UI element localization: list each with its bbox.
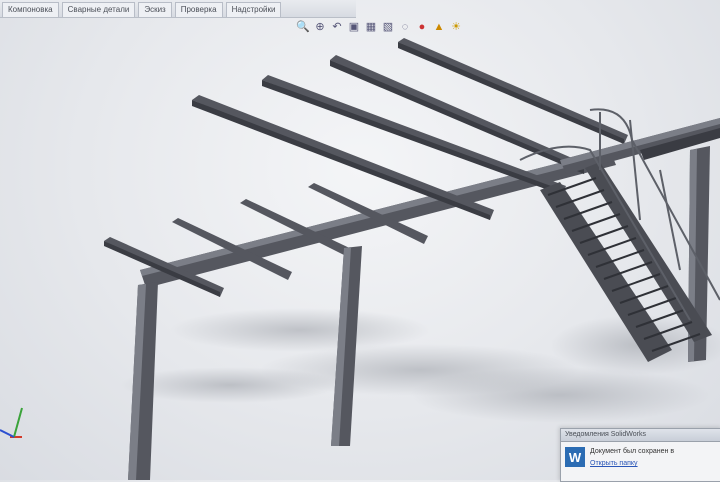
tab-layout[interactable]: Компоновка: [2, 2, 59, 17]
tab-evaluate[interactable]: Проверка: [174, 2, 223, 17]
command-manager-tabs: Компоновка Сварные детали Эскиз Проверка…: [0, 0, 356, 18]
graphics-area[interactable]: [0, 18, 720, 480]
solidworks-logo-icon: W: [565, 447, 585, 467]
tab-sketch[interactable]: Эскиз: [138, 2, 172, 17]
tab-addins[interactable]: Надстройки: [225, 2, 282, 17]
notification-link[interactable]: Открыть папку: [590, 460, 674, 467]
tab-weldments[interactable]: Сварные детали: [61, 2, 136, 17]
notification-popup[interactable]: Уведомления SolidWorks W Документ был со…: [560, 428, 720, 482]
notification-title: Уведомления SolidWorks: [561, 429, 720, 442]
coordinate-triad: [0, 407, 23, 438]
notification-message: Документ был сохранен в: [590, 448, 675, 455]
